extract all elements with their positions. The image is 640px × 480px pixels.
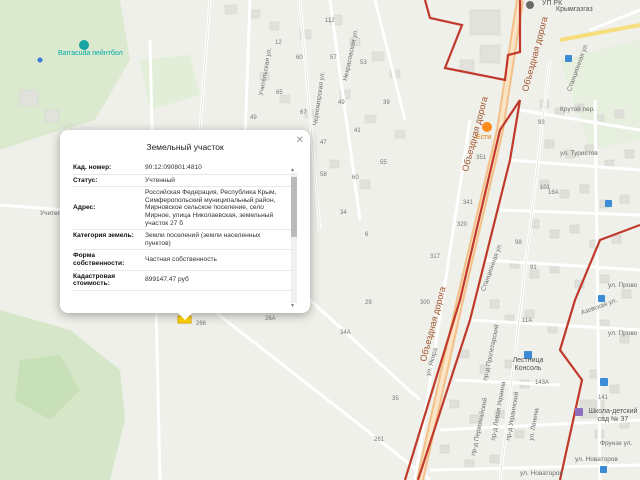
table-row: Форма собственности: Частная собственнос… [73,250,291,271]
popup-scrollbar[interactable]: ▲ ▼ [290,167,297,309]
house-number: 91 [530,265,537,271]
house-number: 12 [275,40,282,46]
table-row: Кад. номер: 90:12:090801:4810 [73,162,291,175]
house-number: 67 [300,110,307,116]
bus-stop-icon[interactable] [600,378,608,386]
house-number: 39 [383,100,390,106]
house-number: 351 [476,155,487,161]
street-label: ул. Новаторов [520,470,563,477]
house-number: 35 [392,396,399,402]
water-icon [37,57,43,63]
house-number: 112 [325,18,335,24]
scroll-down-icon[interactable]: ▼ [290,303,295,309]
house-number: 26A [265,316,276,322]
table-row: Статус: Учтенный [73,175,291,188]
street-label: ул. Новаторов [575,456,618,463]
house-number: 57 [330,55,337,61]
row-value-cadastral-number: 90:12:090801:4810 [145,164,202,171]
house-number: 11A [522,318,533,324]
close-icon[interactable]: ✕ [296,135,304,146]
house-number: 58 [320,172,327,178]
house-number: 266 [196,321,207,327]
house-number: 93 [538,120,545,126]
row-key-cadastral-value: Кадастровая стоимость: [73,272,116,288]
row-key-cadastral-number: Кад. номер: [73,164,112,171]
row-key-status: Статус: [73,176,98,184]
poi-krymgaz-label[interactable]: Крымгазгаз [556,6,593,14]
street-label: ул. Прово [608,282,638,289]
bus-stop-icon[interactable] [600,466,607,473]
food-icon[interactable] [482,122,492,132]
house-number: 49 [338,100,345,106]
house-number: 317 [430,254,441,260]
poi-barracuda-label[interactable]: Barracuda пейнтбол [58,50,123,58]
house-number: 6 [365,232,369,238]
table-row: Адрес: Российская Федерация, Республика … [73,187,291,231]
row-value-status: Учтенный [145,176,175,184]
house-number: 320 [457,222,468,228]
house-number: 141 [598,395,609,401]
bus-stop-icon[interactable] [605,200,612,207]
house-number: 98 [515,240,522,246]
building-icon[interactable] [526,1,534,9]
street-label: Фрунзе ул. [600,440,633,447]
street-label: ул. Прово [608,330,638,337]
row-value-address: Российская Федерация, Республика Крым, С… [145,189,277,227]
house-number: 300 [420,300,431,306]
popup-title: Земельный участок [146,142,224,152]
table-row: Категория земель: Земли поселений (земли… [73,230,291,251]
house-number: 49 [250,115,257,121]
poi-shkola-label[interactable]: Школа-детский сад № 37 [583,408,640,424]
house-number: 34 [340,210,347,216]
table-row: Кадастровая стоимость: 899147.47 руб [73,271,291,291]
house-number: 261 [374,437,385,443]
school-icon[interactable] [575,408,583,416]
house-number: 47 [320,140,327,146]
scroll-up-icon[interactable]: ▲ [290,167,295,173]
house-number: 55 [380,160,387,166]
house-number: 60 [352,175,359,181]
house-number: 41 [354,128,361,134]
bus-stop-icon[interactable] [565,55,572,62]
land-plot-popup: Земельный участок ✕ Кад. номер: 90:12:09… [60,130,310,320]
street-label: Крутой пер. [560,106,596,113]
house-number: 143A [535,380,550,386]
house-number: 341 [463,200,474,206]
row-key-land-category: Категория земель: [73,232,134,240]
row-key-ownership: Форма собственности: [73,252,125,267]
house-number: 29 [365,300,372,306]
row-value-land-category: Земли поселений (земли населенных пункто… [145,232,261,247]
house-number: 53 [360,60,367,66]
paintball-icon[interactable] [79,40,89,50]
scrollbar-thumb[interactable] [291,177,297,237]
house-number: 65 [276,90,283,96]
house-number: 34A [340,330,351,336]
poi-lestnitsa-label[interactable]: Лестница Консоль [503,357,553,373]
house-number: 60 [296,55,303,61]
street-label: ул. Туристов [560,150,598,157]
street-label: Учител [40,210,62,217]
row-value-cadastral-value: 899147.47 руб [145,276,189,284]
popup-info-table: Кад. номер: 90:12:090801:4810 Статус: Уч… [73,162,291,302]
row-key-address: Адрес: [73,204,96,212]
row-value-ownership: Частная собственность [145,256,217,264]
house-number: 16A [548,190,559,196]
